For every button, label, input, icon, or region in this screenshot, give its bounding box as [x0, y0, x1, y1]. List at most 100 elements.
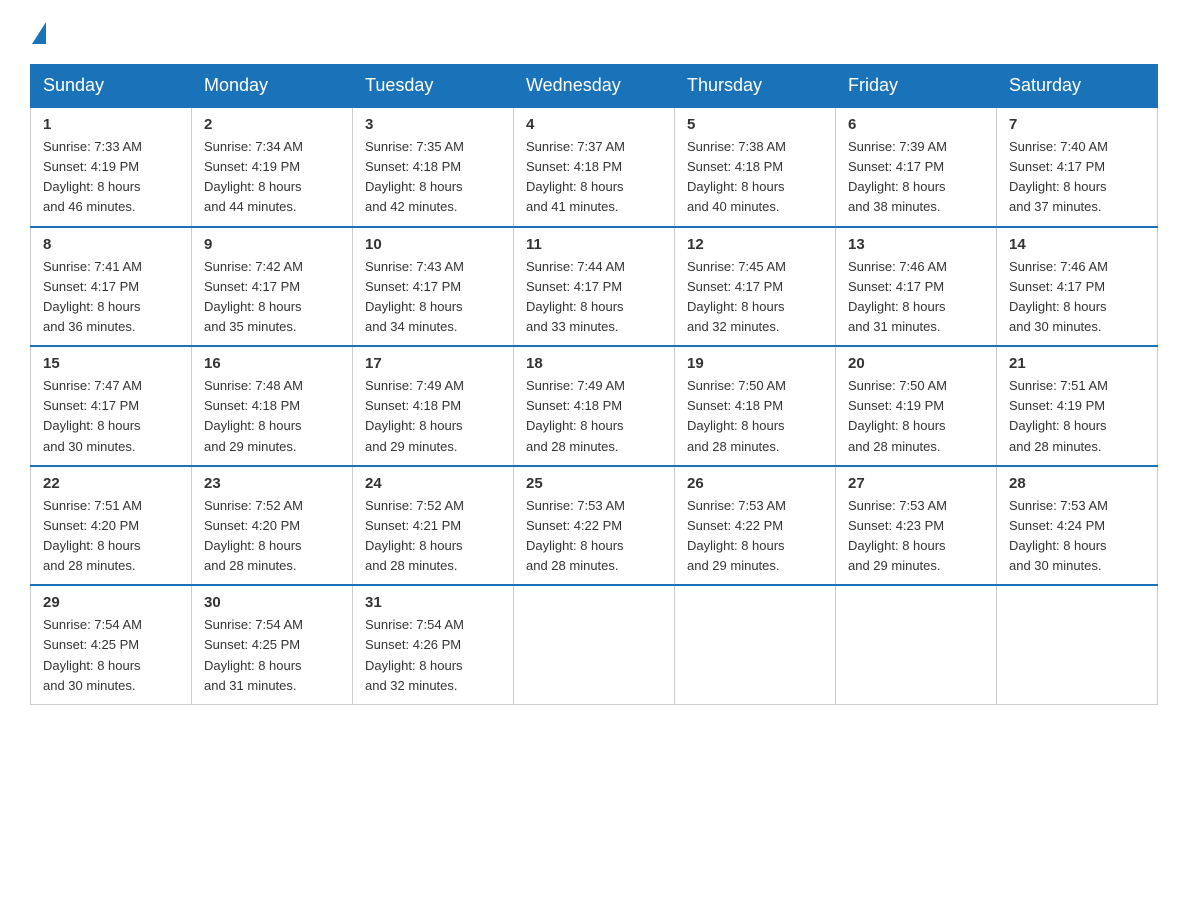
day-info: Sunrise: 7:44 AM Sunset: 4:17 PM Dayligh… [526, 257, 662, 338]
day-number: 12 [687, 236, 823, 253]
calendar-cell [514, 585, 675, 704]
calendar-cell: 21 Sunrise: 7:51 AM Sunset: 4:19 PM Dayl… [997, 346, 1158, 466]
week-row-3: 15 Sunrise: 7:47 AM Sunset: 4:17 PM Dayl… [31, 346, 1158, 466]
day-info: Sunrise: 7:37 AM Sunset: 4:18 PM Dayligh… [526, 137, 662, 218]
calendar-cell: 8 Sunrise: 7:41 AM Sunset: 4:17 PM Dayli… [31, 227, 192, 347]
calendar-cell: 11 Sunrise: 7:44 AM Sunset: 4:17 PM Dayl… [514, 227, 675, 347]
calendar-cell: 14 Sunrise: 7:46 AM Sunset: 4:17 PM Dayl… [997, 227, 1158, 347]
page-header [30, 20, 1158, 44]
week-row-2: 8 Sunrise: 7:41 AM Sunset: 4:17 PM Dayli… [31, 227, 1158, 347]
calendar-cell: 10 Sunrise: 7:43 AM Sunset: 4:17 PM Dayl… [353, 227, 514, 347]
day-info: Sunrise: 7:40 AM Sunset: 4:17 PM Dayligh… [1009, 137, 1145, 218]
day-info: Sunrise: 7:53 AM Sunset: 4:24 PM Dayligh… [1009, 496, 1145, 577]
day-info: Sunrise: 7:39 AM Sunset: 4:17 PM Dayligh… [848, 137, 984, 218]
calendar-cell: 30 Sunrise: 7:54 AM Sunset: 4:25 PM Dayl… [192, 585, 353, 704]
day-info: Sunrise: 7:46 AM Sunset: 4:17 PM Dayligh… [1009, 257, 1145, 338]
calendar-cell: 7 Sunrise: 7:40 AM Sunset: 4:17 PM Dayli… [997, 107, 1158, 227]
calendar-cell: 27 Sunrise: 7:53 AM Sunset: 4:23 PM Dayl… [836, 466, 997, 586]
calendar-cell: 19 Sunrise: 7:50 AM Sunset: 4:18 PM Dayl… [675, 346, 836, 466]
day-info: Sunrise: 7:53 AM Sunset: 4:22 PM Dayligh… [687, 496, 823, 577]
day-number: 27 [848, 475, 984, 492]
calendar-cell: 22 Sunrise: 7:51 AM Sunset: 4:20 PM Dayl… [31, 466, 192, 586]
day-info: Sunrise: 7:46 AM Sunset: 4:17 PM Dayligh… [848, 257, 984, 338]
calendar-cell: 15 Sunrise: 7:47 AM Sunset: 4:17 PM Dayl… [31, 346, 192, 466]
day-number: 29 [43, 594, 179, 611]
day-info: Sunrise: 7:53 AM Sunset: 4:22 PM Dayligh… [526, 496, 662, 577]
logo-triangle-icon [32, 22, 46, 44]
calendar-table: SundayMondayTuesdayWednesdayThursdayFrid… [30, 64, 1158, 705]
calendar-cell: 18 Sunrise: 7:49 AM Sunset: 4:18 PM Dayl… [514, 346, 675, 466]
calendar-cell: 4 Sunrise: 7:37 AM Sunset: 4:18 PM Dayli… [514, 107, 675, 227]
logo [30, 20, 46, 44]
calendar-cell: 23 Sunrise: 7:52 AM Sunset: 4:20 PM Dayl… [192, 466, 353, 586]
day-info: Sunrise: 7:33 AM Sunset: 4:19 PM Dayligh… [43, 137, 179, 218]
weekday-header-thursday: Thursday [675, 65, 836, 108]
weekday-header-monday: Monday [192, 65, 353, 108]
day-number: 8 [43, 236, 179, 253]
calendar-cell: 31 Sunrise: 7:54 AM Sunset: 4:26 PM Dayl… [353, 585, 514, 704]
day-info: Sunrise: 7:42 AM Sunset: 4:17 PM Dayligh… [204, 257, 340, 338]
calendar-cell: 3 Sunrise: 7:35 AM Sunset: 4:18 PM Dayli… [353, 107, 514, 227]
day-info: Sunrise: 7:45 AM Sunset: 4:17 PM Dayligh… [687, 257, 823, 338]
day-info: Sunrise: 7:43 AM Sunset: 4:17 PM Dayligh… [365, 257, 501, 338]
day-number: 19 [687, 355, 823, 372]
calendar-cell: 6 Sunrise: 7:39 AM Sunset: 4:17 PM Dayli… [836, 107, 997, 227]
day-number: 10 [365, 236, 501, 253]
day-number: 23 [204, 475, 340, 492]
day-number: 3 [365, 116, 501, 133]
weekday-header-tuesday: Tuesday [353, 65, 514, 108]
day-number: 11 [526, 236, 662, 253]
day-info: Sunrise: 7:54 AM Sunset: 4:26 PM Dayligh… [365, 615, 501, 696]
calendar-cell: 2 Sunrise: 7:34 AM Sunset: 4:19 PM Dayli… [192, 107, 353, 227]
week-row-5: 29 Sunrise: 7:54 AM Sunset: 4:25 PM Dayl… [31, 585, 1158, 704]
week-row-1: 1 Sunrise: 7:33 AM Sunset: 4:19 PM Dayli… [31, 107, 1158, 227]
calendar-cell: 9 Sunrise: 7:42 AM Sunset: 4:17 PM Dayli… [192, 227, 353, 347]
calendar-cell: 26 Sunrise: 7:53 AM Sunset: 4:22 PM Dayl… [675, 466, 836, 586]
day-number: 28 [1009, 475, 1145, 492]
day-number: 26 [687, 475, 823, 492]
day-info: Sunrise: 7:52 AM Sunset: 4:21 PM Dayligh… [365, 496, 501, 577]
day-number: 14 [1009, 236, 1145, 253]
day-number: 13 [848, 236, 984, 253]
day-info: Sunrise: 7:50 AM Sunset: 4:18 PM Dayligh… [687, 376, 823, 457]
calendar-cell: 17 Sunrise: 7:49 AM Sunset: 4:18 PM Dayl… [353, 346, 514, 466]
day-info: Sunrise: 7:34 AM Sunset: 4:19 PM Dayligh… [204, 137, 340, 218]
day-number: 17 [365, 355, 501, 372]
day-info: Sunrise: 7:54 AM Sunset: 4:25 PM Dayligh… [43, 615, 179, 696]
day-number: 22 [43, 475, 179, 492]
calendar-cell: 12 Sunrise: 7:45 AM Sunset: 4:17 PM Dayl… [675, 227, 836, 347]
day-number: 30 [204, 594, 340, 611]
day-number: 7 [1009, 116, 1145, 133]
day-number: 31 [365, 594, 501, 611]
calendar-cell [675, 585, 836, 704]
day-info: Sunrise: 7:51 AM Sunset: 4:20 PM Dayligh… [43, 496, 179, 577]
calendar-cell: 20 Sunrise: 7:50 AM Sunset: 4:19 PM Dayl… [836, 346, 997, 466]
calendar-cell: 29 Sunrise: 7:54 AM Sunset: 4:25 PM Dayl… [31, 585, 192, 704]
calendar-cell: 1 Sunrise: 7:33 AM Sunset: 4:19 PM Dayli… [31, 107, 192, 227]
calendar-cell: 25 Sunrise: 7:53 AM Sunset: 4:22 PM Dayl… [514, 466, 675, 586]
day-info: Sunrise: 7:52 AM Sunset: 4:20 PM Dayligh… [204, 496, 340, 577]
day-number: 24 [365, 475, 501, 492]
day-number: 15 [43, 355, 179, 372]
week-row-4: 22 Sunrise: 7:51 AM Sunset: 4:20 PM Dayl… [31, 466, 1158, 586]
weekday-header-friday: Friday [836, 65, 997, 108]
day-info: Sunrise: 7:35 AM Sunset: 4:18 PM Dayligh… [365, 137, 501, 218]
day-info: Sunrise: 7:41 AM Sunset: 4:17 PM Dayligh… [43, 257, 179, 338]
day-number: 2 [204, 116, 340, 133]
day-info: Sunrise: 7:53 AM Sunset: 4:23 PM Dayligh… [848, 496, 984, 577]
weekday-header-sunday: Sunday [31, 65, 192, 108]
calendar-cell: 5 Sunrise: 7:38 AM Sunset: 4:18 PM Dayli… [675, 107, 836, 227]
weekday-header-wednesday: Wednesday [514, 65, 675, 108]
day-number: 25 [526, 475, 662, 492]
day-number: 5 [687, 116, 823, 133]
day-info: Sunrise: 7:54 AM Sunset: 4:25 PM Dayligh… [204, 615, 340, 696]
day-number: 9 [204, 236, 340, 253]
calendar-cell [997, 585, 1158, 704]
weekday-header-row: SundayMondayTuesdayWednesdayThursdayFrid… [31, 65, 1158, 108]
calendar-cell: 24 Sunrise: 7:52 AM Sunset: 4:21 PM Dayl… [353, 466, 514, 586]
day-info: Sunrise: 7:49 AM Sunset: 4:18 PM Dayligh… [365, 376, 501, 457]
day-number: 20 [848, 355, 984, 372]
day-info: Sunrise: 7:48 AM Sunset: 4:18 PM Dayligh… [204, 376, 340, 457]
calendar-cell: 28 Sunrise: 7:53 AM Sunset: 4:24 PM Dayl… [997, 466, 1158, 586]
day-info: Sunrise: 7:38 AM Sunset: 4:18 PM Dayligh… [687, 137, 823, 218]
